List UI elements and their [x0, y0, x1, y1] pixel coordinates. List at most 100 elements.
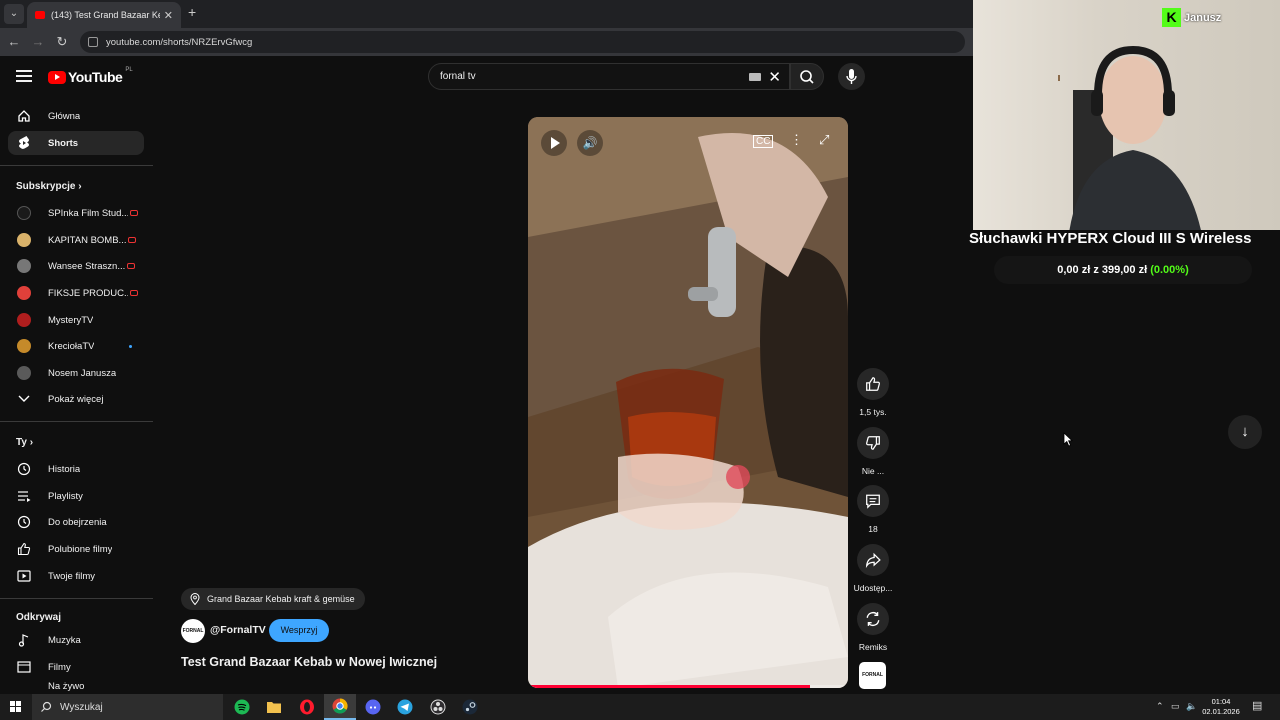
sidebar-subscription[interactable]: Nosem Janusza [8, 361, 144, 385]
back-icon[interactable]: ← [5, 33, 23, 51]
goal-percent: (0.00%) [1150, 264, 1189, 276]
url-text: youtube.com/shorts/NRZErvGfwcg [106, 36, 253, 48]
live-indicator-icon [127, 263, 136, 269]
volume-icon[interactable]: 🔊 [577, 130, 603, 156]
sidebar-item-label: Do obejrzenia [48, 516, 107, 528]
search-value: fornal tv [440, 71, 476, 82]
sidebar-item-history[interactable]: Historia [8, 457, 144, 481]
taskbar-search[interactable]: Wyszukaj [32, 694, 223, 720]
video-progress-bar[interactable] [528, 685, 848, 688]
tab-list-button[interactable]: ⌄ [4, 4, 24, 24]
sidebar-subscription[interactable]: FIKSJE PRODUC... [8, 281, 144, 305]
youtube-wordmark: YouTube [68, 69, 123, 85]
new-tab-button[interactable]: + [188, 4, 196, 20]
sidebar-item-playlists[interactable]: Playlisty [8, 484, 144, 508]
close-tab-icon[interactable]: ✕ [164, 9, 173, 22]
sidebar-item-your-videos[interactable]: Twoje filmy [8, 564, 144, 588]
kick-badge: K Janusz [1162, 8, 1221, 27]
hamburger-menu-icon[interactable] [16, 70, 32, 82]
sidebar-item-movies[interactable]: Filmy [8, 655, 144, 679]
youtube-play-icon [48, 70, 66, 84]
sidebar-subscription[interactable]: KreciołaTV [8, 334, 144, 358]
tray-overflow-icon[interactable]: ⌃ [1156, 701, 1164, 712]
sidebar-subscription[interactable]: KAPITAN BOMB... [8, 228, 144, 252]
dislike-button[interactable] [857, 427, 889, 459]
search-input[interactable]: fornal tv ✕ [428, 63, 790, 90]
channel-avatar[interactable]: FORNAL [181, 619, 205, 643]
file-explorer-icon[interactable] [258, 694, 290, 720]
goal-separator: z [1093, 264, 1099, 276]
youtube-logo[interactable]: YouTube PL [48, 67, 133, 85]
comments-action[interactable]: 18 [853, 485, 893, 534]
remix-action[interactable]: Remiks [853, 603, 893, 652]
keyboard-icon[interactable] [749, 73, 761, 81]
speaker-icon[interactable]: 🔈 [1186, 701, 1197, 712]
clear-search-icon[interactable]: ✕ [768, 68, 781, 86]
chrome-icon[interactable] [324, 694, 356, 720]
youtube-favicon-icon [35, 11, 45, 19]
notifications-icon[interactable]: ▤ [1252, 699, 1262, 712]
sidebar-subscription[interactable]: Wansee Straszn... [8, 254, 144, 278]
sidebar-item-watch-later[interactable]: Do obejrzenia [8, 510, 144, 534]
donation-goal-title: Słuchawki HYPERX Cloud III S Wireless [969, 230, 1252, 247]
location-pill[interactable]: Grand Bazaar Kebab kraft & gemüse [181, 588, 365, 610]
sidebar-item-music[interactable]: Muzyka [8, 628, 144, 652]
donation-goal-bar: 0,00 zł z 399,00 zł (0.00%) [994, 256, 1252, 284]
tab-title: (143) Test Grand Bazaar Kebab [51, 10, 160, 20]
sidebar-item-live[interactable]: Na żywo [8, 681, 144, 694]
shorts-video-player[interactable]: 🔊 CC ⋮ ⤢ [528, 117, 848, 688]
like-button[interactable] [857, 368, 889, 400]
sound-thumbnail[interactable]: FORNAL [859, 662, 886, 689]
reload-icon[interactable]: ↻ [53, 33, 71, 51]
location-text: Grand Bazaar Kebab kraft & gemüse [207, 594, 355, 604]
subscription-label: SPInka Film Stud... [48, 207, 128, 219]
opera-icon[interactable] [291, 694, 323, 720]
obs-icon[interactable] [422, 694, 454, 720]
site-info-icon[interactable] [88, 37, 98, 47]
share-button[interactable] [857, 544, 889, 576]
forward-icon[interactable]: → [29, 33, 47, 51]
spotify-icon[interactable] [226, 694, 258, 720]
chevron-right-icon: › [78, 181, 82, 192]
more-options-icon[interactable]: ⋮ [790, 132, 803, 148]
thumbs-up-icon [866, 377, 880, 391]
network-icon[interactable]: ▭ [1171, 701, 1180, 712]
steam-icon[interactable] [454, 694, 486, 720]
browser-tab[interactable]: (143) Test Grand Bazaar Kebab ✕ [27, 2, 181, 28]
dislike-action[interactable]: Nie ... [853, 427, 893, 476]
like-count: 1,5 tys. [859, 407, 887, 417]
subscriptions-heading[interactable]: Subskrypcje › [16, 181, 82, 192]
live-indicator-icon [130, 210, 138, 216]
windows-start-icon[interactable] [10, 701, 22, 713]
sidebar-subscription[interactable]: SPInka Film Stud... [8, 201, 144, 225]
remix-button[interactable] [857, 603, 889, 635]
sidebar-item-shorts[interactable]: Shorts [8, 131, 144, 155]
dislike-label: Nie ... [861, 466, 885, 476]
telegram-icon[interactable] [389, 694, 421, 720]
voice-search-button[interactable] [838, 63, 865, 90]
subscription-label: MysteryTV [48, 314, 94, 326]
taskbar-clock[interactable]: 01:04 02.01.2026 [1199, 697, 1243, 717]
channel-avatar [17, 286, 31, 300]
share-action[interactable]: Udostęp... [853, 544, 893, 593]
sidebar-item-label: Na żywo [48, 681, 85, 692]
captions-icon[interactable]: CC [753, 135, 774, 148]
you-heading[interactable]: Ty › [16, 437, 33, 448]
fullscreen-icon[interactable]: ⤢ [819, 132, 829, 148]
search-button[interactable] [790, 63, 824, 90]
sidebar-subscription[interactable]: MysteryTV [8, 308, 144, 332]
like-icon [16, 541, 32, 557]
comments-button[interactable] [857, 485, 889, 517]
play-button[interactable] [541, 130, 567, 156]
discord-icon[interactable] [357, 694, 389, 720]
like-action[interactable]: 1,5 tys. [853, 368, 893, 417]
show-more-button[interactable]: Pokaż więcej [8, 387, 144, 411]
channel-handle[interactable]: @FornalTV [210, 624, 266, 636]
sidebar-item-liked[interactable]: Polubione filmy [8, 537, 144, 561]
address-bar[interactable]: youtube.com/shorts/NRZErvGfwcg [80, 31, 965, 53]
next-short-button[interactable]: ↓ [1228, 415, 1262, 449]
sidebar-item-home[interactable]: Główna [8, 104, 144, 128]
windows-taskbar: Wyszukaj ⌃ ▭ 🔈 01:04 02.01.2026 ▤ [0, 694, 1280, 720]
arrow-down-icon: ↓ [1241, 423, 1249, 440]
support-button[interactable]: Wesprzyj [269, 619, 329, 642]
